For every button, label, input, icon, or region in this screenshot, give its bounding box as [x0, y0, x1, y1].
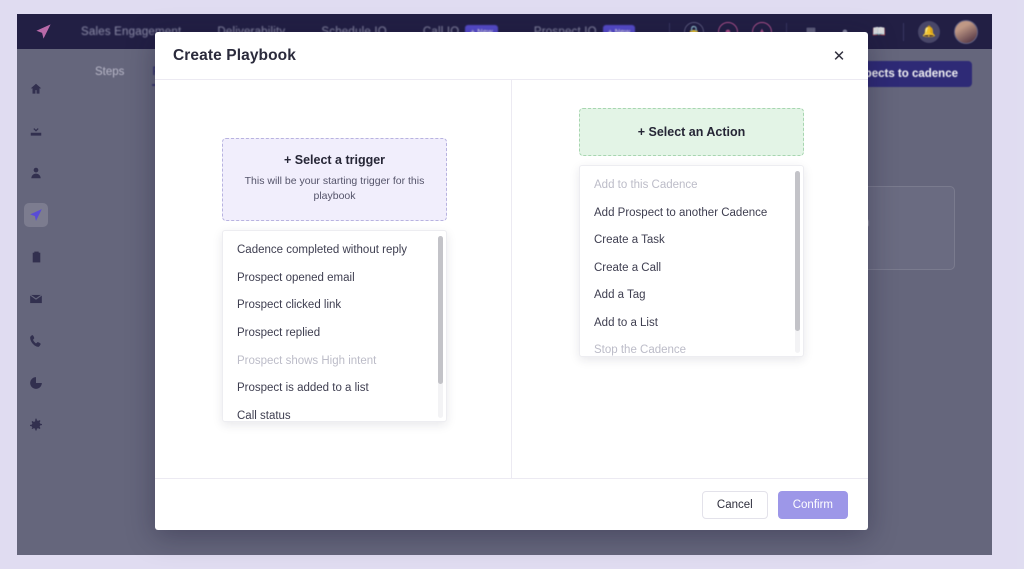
modal-body: + Select a trigger This will be your sta… — [155, 80, 868, 478]
action-list-scrollbar[interactable] — [795, 171, 800, 353]
select-trigger-title: + Select a trigger — [283, 153, 386, 167]
screen: Sales Engagement Deliverability Schedule… — [0, 0, 1024, 569]
modal-footer: Cancel Confirm — [155, 478, 868, 530]
page-title: Create Playbook — [173, 46, 296, 64]
select-trigger-subtitle: This will be your starting trigger for t… — [244, 175, 425, 203]
trigger-picker: + Select a trigger This will be your sta… — [222, 138, 447, 423]
create-playbook-modal: Create Playbook ✕ + Select a trigger Thi… — [155, 32, 868, 530]
trigger-pane: + Select a trigger This will be your sta… — [155, 80, 512, 478]
list-item[interactable]: Prospect clicked link — [223, 292, 436, 320]
list-item[interactable]: Prospect replied — [223, 320, 436, 348]
select-action-dropzone[interactable]: + Select an Action — [579, 108, 804, 156]
list-item[interactable]: Create a Task — [580, 227, 793, 255]
close-icon[interactable]: ✕ — [828, 45, 850, 67]
trigger-option-scroll: Cadence completed without reply Prospect… — [223, 237, 446, 421]
trigger-option-list: Cadence completed without reply Prospect… — [222, 230, 447, 423]
list-item[interactable]: Create a Call — [580, 255, 793, 283]
select-trigger-dropzone[interactable]: + Select a trigger This will be your sta… — [222, 138, 447, 222]
action-option-list: Add to this Cadence Add Prospect to anot… — [579, 165, 804, 357]
list-item[interactable]: Cadence completed without reply — [223, 237, 436, 265]
cancel-button[interactable]: Cancel — [701, 490, 768, 519]
list-item[interactable]: Add Prospect to another Cadence — [580, 200, 793, 228]
action-pane: + Select an Action Add to this Cadence A… — [512, 80, 868, 478]
action-option-scroll: Add to this Cadence Add Prospect to anot… — [580, 172, 803, 356]
list-item[interactable]: Add to a List — [580, 310, 793, 338]
list-item-disabled: Prospect shows High intent — [237, 354, 377, 367]
list-item[interactable]: Prospect is added to a list — [223, 375, 436, 403]
list-item-disabled: Stop the Cadence — [594, 344, 687, 356]
action-picker: + Select an Action Add to this Cadence A… — [579, 108, 804, 357]
list-item-disabled: Add to this Cadence — [594, 179, 698, 191]
modal-header: Create Playbook ✕ — [155, 32, 868, 80]
list-item[interactable]: Prospect opened email — [223, 265, 436, 293]
list-item[interactable]: Add a Tag — [580, 282, 793, 310]
select-action-title: + Select an Action — [637, 125, 746, 139]
trigger-list-scrollbar[interactable] — [438, 236, 443, 419]
confirm-button[interactable]: Confirm — [777, 490, 848, 519]
list-item[interactable]: Call status — [223, 403, 436, 422]
